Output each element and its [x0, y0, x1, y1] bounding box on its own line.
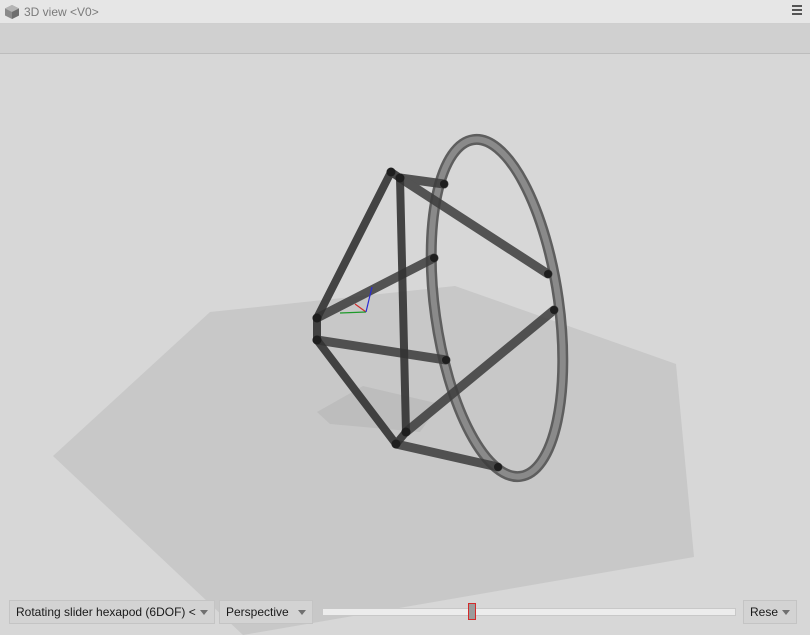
robot-select[interactable]: Rotating slider hexapod (6DOF) <R1>	[9, 600, 215, 624]
3d-viewport[interactable]	[0, 54, 810, 635]
view-mode-value: Perspective	[226, 605, 289, 619]
toolbar	[0, 24, 810, 54]
chevron-down-icon	[200, 609, 208, 615]
chevron-down-icon	[782, 609, 790, 615]
title-bar: 3D view <V0>	[0, 0, 810, 24]
window-title: 3D view <V0>	[24, 4, 99, 19]
cube-icon	[5, 4, 19, 19]
chevron-down-icon	[298, 609, 306, 615]
hamburger-menu-icon[interactable]	[792, 5, 802, 17]
time-slider-handle[interactable]	[468, 603, 477, 620]
robot-select-value: Rotating slider hexapod (6DOF) <R1>	[16, 605, 196, 619]
bottom-toolbar: Rotating slider hexapod (6DOF) <R1> Pers…	[0, 600, 810, 626]
reset-button[interactable]: Reset	[743, 600, 797, 624]
reset-button-label: Reset	[750, 605, 778, 619]
base-shadow	[53, 286, 694, 635]
scene-canvas[interactable]	[0, 54, 810, 635]
time-slider-track[interactable]	[322, 608, 736, 616]
view-mode-select[interactable]: Perspective	[219, 600, 313, 624]
